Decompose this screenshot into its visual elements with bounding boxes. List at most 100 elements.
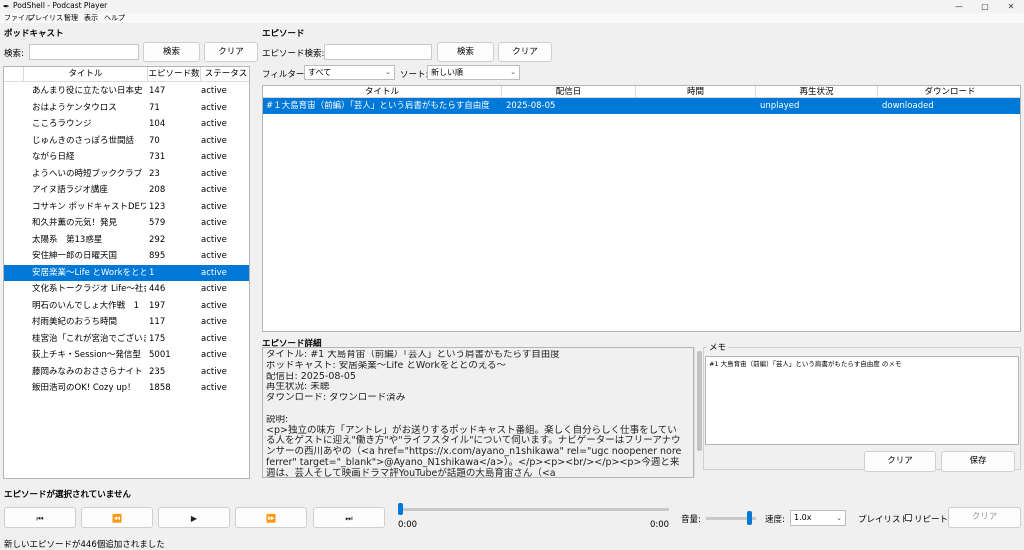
podcast-title: アイヌ語ラジオ講座 [32, 185, 108, 195]
menu-bar: ファイル プレイリスト 管理 表示 ヘルプ [0, 13, 1024, 23]
podcast-episode-count: 175 [149, 333, 166, 344]
fast-forward-icon[interactable]: ⏩ [235, 507, 307, 528]
episode-play-status: unplayed [760, 101, 800, 111]
close-button[interactable]: ✕ [998, 0, 1024, 13]
podcast-row[interactable]: 安住紳一郎の日曜天国 895 active [4, 248, 249, 264]
podcast-row[interactable]: 安居楽業〜Life とWorkをとと 1 active [4, 264, 249, 281]
podcast-row[interactable]: アイヌ語ラジオ講座 208 active [4, 182, 249, 198]
status-bar-text: 新しいエピソードが446個追加されました [4, 540, 165, 550]
podcast-episode-count: 1858 [149, 383, 171, 393]
podcast-row[interactable]: 明石のいんでしょ大作戦 1 197 active [4, 298, 249, 314]
header-duration[interactable]: 時間 [636, 86, 756, 98]
skip-back-icon[interactable]: ⏮ [4, 507, 76, 528]
chevron-down-icon: ⌄ [836, 514, 842, 522]
detail-scrollbar[interactable] [694, 347, 703, 478]
title-bar: ✒ PodShell - Podcast Player — ▢ ✕ [0, 0, 1024, 13]
chevron-down-icon: ⌄ [385, 68, 391, 76]
header-date[interactable]: 配信日 [502, 86, 636, 98]
podcast-episode-count: 895 [149, 251, 166, 261]
filter-select[interactable]: すべて ⌄ [304, 65, 395, 80]
podcast-episode-count: 5001 [149, 350, 171, 360]
repeat-label[interactable]: リピート [914, 513, 948, 525]
memo-textarea[interactable]: #1 大島育宙（前編）「芸人」という肩書がもたらす自由度 のメモ [705, 356, 1019, 445]
repeat-checkbox[interactable] [905, 514, 912, 521]
podcast-row[interactable]: 荻上チキ・Session〜発信型 5001 active [4, 347, 249, 363]
progress-slider-thumb[interactable] [398, 503, 403, 515]
podcast-clear-button[interactable]: クリア [204, 42, 258, 62]
volume-slider-thumb[interactable] [746, 511, 752, 525]
podcast-search-button[interactable]: 検索 [143, 42, 200, 62]
podcast-status: active [201, 333, 227, 344]
podcast-episode-count: 731 [149, 152, 166, 162]
podcast-title: 和久井薫の元気！発見 [32, 218, 118, 228]
podcast-row[interactable]: ながら日経 731 active [4, 149, 249, 165]
volume-label: 音量: [681, 515, 701, 525]
sort-select[interactable]: 新しい順 ⌄ [427, 65, 520, 80]
header-title[interactable]: タイトル [24, 67, 148, 82]
podcast-row[interactable]: ようへいの時短ブッククラブ 23 active [4, 166, 249, 182]
detail-line: タイトル: #1 大島育宙（前編）「芸人」という肩書がもたらす自由度 [266, 350, 560, 360]
podcast-status: active [201, 135, 227, 146]
memo-save-button[interactable]: 保存 [941, 451, 1015, 472]
rewind-icon[interactable]: ⏪ [81, 507, 153, 528]
memo-clear-button[interactable]: クリア [864, 451, 936, 472]
podcast-row[interactable]: 桂宮治「これが宮治でございま 175 active [4, 331, 249, 347]
podcast-row[interactable]: じゅんきのさっぽろ世間話 70 active [4, 133, 249, 149]
episode-search-input[interactable] [324, 44, 432, 60]
sort-label: ソート: [400, 70, 429, 80]
podcast-row[interactable]: 文化系トークラジオ Life〜社会 446 active [4, 281, 249, 297]
playlist-clear-button[interactable]: クリア [948, 507, 1021, 528]
podcast-search-label: 検索: [4, 49, 24, 59]
podcast-row[interactable]: 飯田浩司のOK! Cozy up！ 1858 active [4, 380, 249, 396]
menu-help[interactable]: ヘルプ [104, 13, 125, 23]
episode-section-title: エピソード [262, 29, 305, 39]
header-status[interactable]: ステータス [201, 67, 249, 82]
episode-table[interactable]: タイトル 配信日 時間 再生状況 ダウンロード #１大島育宙（前編）「芸人」とい… [262, 85, 1021, 332]
menu-manage[interactable]: 管理 [64, 13, 78, 23]
detail-line: 配信日: 2025-08-05 [266, 371, 356, 382]
podcast-row[interactable]: 村雨美紀のおうち時間 117 active [4, 314, 249, 330]
skip-forward-icon[interactable]: ⏭ [313, 507, 385, 528]
speed-select[interactable]: 1.0x ⌄ [790, 510, 846, 526]
podcast-row[interactable]: 太陽系 第13惑星 292 active [4, 232, 249, 248]
episode-row[interactable]: #１大島育宙（前編）「芸人」という肩書がもたらす自由度 2025-08-05 u… [263, 98, 1020, 114]
scrollbar-thumb[interactable] [697, 351, 702, 451]
podcast-row[interactable]: おはようケンタウロス 71 active [4, 100, 249, 116]
podcast-row[interactable]: 藤岡みなみのおささらナイト Po 235 active [4, 364, 249, 380]
podcast-row[interactable]: コサキン ポッドキャストDEワァオ123 active [4, 199, 249, 215]
podcast-title: 安住紳一郎の日曜天国 [32, 251, 118, 261]
menu-view[interactable]: 表示 [84, 13, 98, 23]
podcast-status: active [201, 284, 227, 294]
episode-search-button[interactable]: 検索 [437, 42, 494, 62]
minimize-button[interactable]: — [946, 0, 972, 13]
episode-detail-text[interactable]: タイトル: #1 大島育宙（前編）「芸人」という肩書がもたらす自由度 ポッドキャ… [262, 347, 694, 478]
play-icon[interactable]: ▶ [158, 507, 230, 528]
podcast-table[interactable]: タイトル エピソード数 ステータス あんまり役に立たない日本史 147 active… [3, 66, 250, 479]
podcast-episode-count: 104 [149, 119, 166, 129]
podcast-title: 村雨美紀のおうち時間 [32, 317, 118, 327]
podcast-title: 太陽系 第13惑星 [32, 234, 103, 245]
podcast-episode-count: 197 [149, 300, 166, 311]
podcast-episode-count: 70 [149, 135, 160, 146]
podcast-status: active [201, 300, 227, 311]
window-title: PodShell - Podcast Player [13, 1, 108, 10]
speed-label: 速度: [765, 515, 785, 525]
podcast-search-input[interactable] [29, 44, 139, 60]
podcast-status: active [201, 102, 227, 113]
progress-slider[interactable] [398, 508, 669, 511]
podcast-episode-count: 292 [149, 234, 166, 245]
maximize-button[interactable]: ▢ [972, 0, 998, 13]
podcast-episode-count: 23 [149, 168, 160, 179]
header-download[interactable]: ダウンロード [878, 86, 1020, 98]
header-episode-title[interactable]: タイトル [263, 86, 502, 98]
podcast-row[interactable]: こころラウンジ 104 active [4, 116, 249, 132]
header-episode-count[interactable]: エピソード数 [148, 67, 201, 82]
header-play-status[interactable]: 再生状況 [756, 86, 878, 98]
podcast-row[interactable]: あんまり役に立たない日本史 147 active [4, 83, 249, 99]
podcast-status: active [201, 86, 227, 96]
podcast-row[interactable]: 和久井薫の元気！発見 579 active [4, 215, 249, 231]
podcast-episode-count: 117 [149, 317, 166, 327]
chevron-down-icon: ⌄ [510, 68, 516, 76]
podcast-title: 明石のいんでしょ大作戦 1 [32, 300, 139, 311]
episode-clear-button[interactable]: クリア [498, 42, 552, 62]
